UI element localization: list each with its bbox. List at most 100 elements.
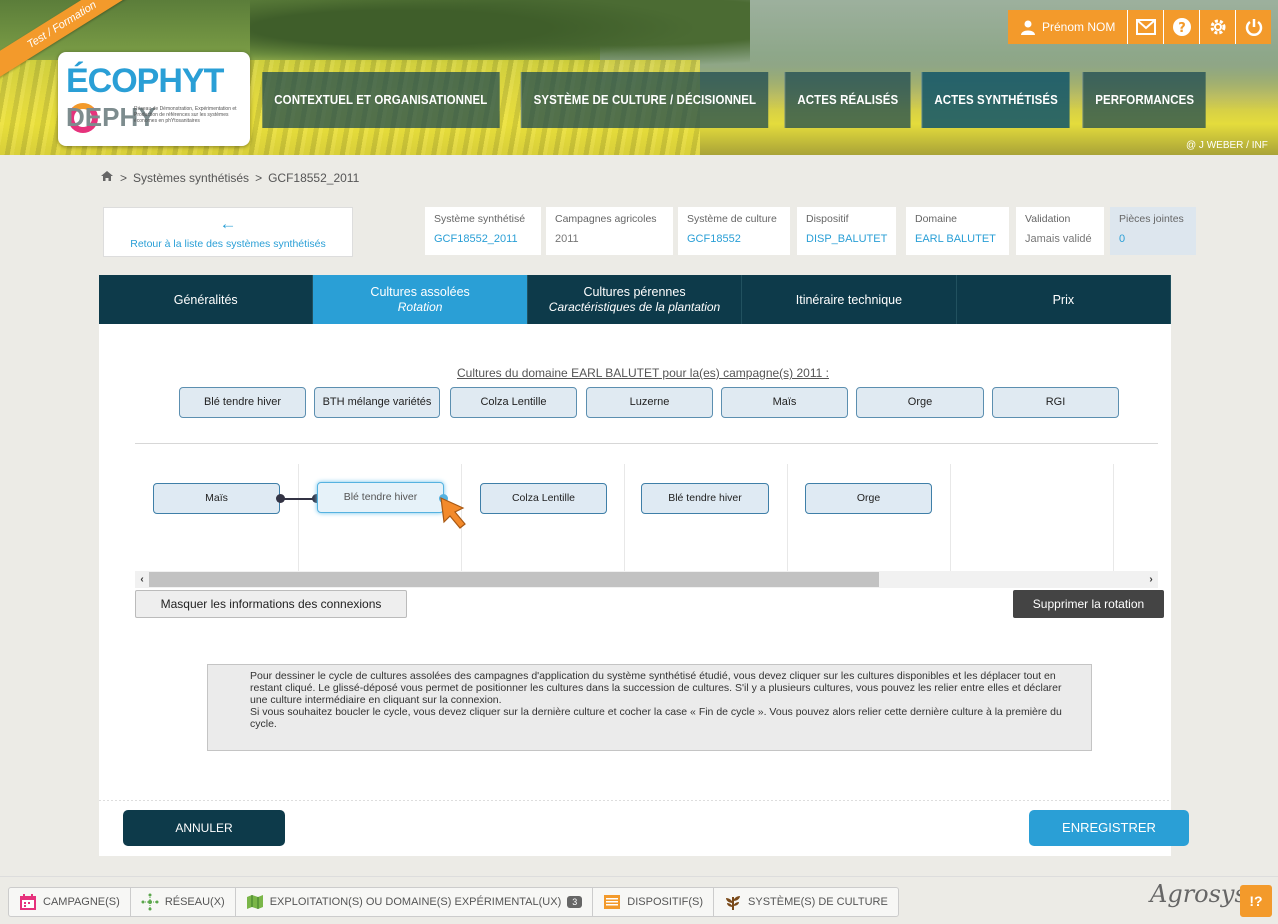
logo-tagline: Réseau de Démonstration, Expérimentation…: [134, 106, 237, 124]
summary-value[interactable]: EARL BALUTET: [915, 233, 1009, 245]
scrollbar-thumb[interactable]: [149, 572, 879, 587]
back-to-list-label: Retour à la liste des systèmes synthétis…: [130, 238, 326, 250]
user-icon: [1021, 20, 1035, 35]
crop-luzerne[interactable]: Luzerne: [586, 387, 713, 418]
summary-value[interactable]: DISP_BALUTET: [806, 233, 896, 245]
context-label: CAMPAGNE(S): [43, 896, 120, 908]
summary-label: Dispositif: [806, 213, 849, 225]
summary-label: Pièces jointes: [1119, 213, 1184, 225]
breadcrumb-sep: >: [120, 170, 128, 185]
rotation-connection[interactable]: [280, 498, 316, 500]
help-instructions: Pour dessiner le cycle de cultures assol…: [207, 664, 1092, 751]
summary-label: Système synthétisé: [434, 213, 526, 225]
summary-systeme-culture: Système de culture GCF18552: [678, 207, 790, 255]
nav-performances[interactable]: PERFORMANCES: [1082, 72, 1206, 128]
save-button[interactable]: ENREGISTRER: [1029, 810, 1189, 846]
home-icon[interactable]: [100, 170, 114, 185]
summary-domaine: Domaine EARL BALUTET: [906, 207, 1009, 255]
crops-title: Cultures du domaine EARL BALUTET pour la…: [457, 366, 829, 380]
summary-value[interactable]: 0: [1119, 233, 1196, 245]
rotation-node-ble-tendre-hiver-2[interactable]: Blé tendre hiver: [641, 483, 769, 514]
main-nav: CONTEXTUEL ET ORGANISATIONNEL SYSTÈME DE…: [252, 72, 1211, 128]
feedback-button[interactable]: !?: [1240, 885, 1272, 917]
nav-actes-realises[interactable]: ACTES RÉALISÉS: [783, 72, 910, 128]
breadcrumb-item-systemes[interactable]: Systèmes synthétisés: [133, 171, 249, 185]
crop-ble-tendre-hiver[interactable]: Blé tendre hiver: [179, 387, 306, 418]
summary-campagnes: Campagnes agricoles 2011: [546, 207, 673, 255]
rotation-node-mais[interactable]: Maïs: [153, 483, 280, 514]
cancel-button[interactable]: ANNULER: [123, 810, 285, 846]
tab-itineraire-technique[interactable]: Itinéraire technique: [742, 275, 957, 324]
tab-generalites[interactable]: Généralités: [99, 275, 314, 324]
nav-systeme-culture[interactable]: SYSTÈME DE CULTURE / DÉCISIONNEL: [520, 72, 768, 128]
dispositif-icon: [604, 895, 621, 909]
scroll-left-icon[interactable]: ‹: [135, 571, 149, 588]
context-label: SYSTÈME(S) DE CULTURE: [748, 896, 888, 908]
summary-label: Validation: [1025, 213, 1071, 225]
user-menu[interactable]: Prénom NOM: [1008, 10, 1128, 44]
tab-cultures-assolees[interactable]: Cultures assolées Rotation: [313, 275, 528, 333]
context-label: EXPLOITATION(S) OU DOMAINE(S) EXPÉRIMENT…: [269, 896, 562, 908]
delete-rotation-button[interactable]: Supprimer la rotation: [1013, 590, 1164, 618]
crop-mais[interactable]: Maïs: [721, 387, 848, 418]
rotation-canvas[interactable]: Maïs Blé tendre hiver Colza Lentille Blé…: [135, 464, 1158, 572]
rotation-column-separator: [950, 464, 951, 572]
summary-pieces-jointes[interactable]: Pièces jointes 0: [1110, 207, 1196, 255]
context-reseaux[interactable]: RÉSEAU(X): [131, 888, 236, 916]
summary-value[interactable]: GCF18552: [687, 233, 790, 245]
connection-start-handle[interactable]: [276, 494, 285, 503]
nav-actes-synthetises[interactable]: ACTES SYNTHÉTISÉS: [921, 72, 1071, 128]
logout-button[interactable]: [1235, 10, 1272, 44]
summary-label: Campagnes agricoles: [555, 213, 657, 225]
context-dispositifs[interactable]: DISPOSITIF(S): [593, 888, 715, 916]
tab-cultures-perennes[interactable]: Cultures pérennes Caractéristiques de la …: [528, 275, 743, 324]
scroll-right-icon[interactable]: ›: [1144, 571, 1158, 588]
crop-bth-melange[interactable]: BTH mélange variétés: [314, 387, 440, 418]
svg-text:?: ?: [1178, 21, 1186, 36]
gear-icon: [1210, 19, 1226, 35]
summary-label: Système de culture: [687, 213, 777, 225]
plant-icon: [726, 896, 741, 910]
footer-divider: [99, 800, 1171, 801]
crop-colza-lentille[interactable]: Colza Lentille: [450, 387, 577, 418]
summary-value[interactable]: GCF18552_2011: [434, 233, 541, 245]
photo-credit: @ J WEBER / INF: [1186, 140, 1268, 151]
rotation-node-colza-lentille[interactable]: Colza Lentille: [480, 483, 607, 514]
section-tabs: Généralités Cultures assolées Rotation Cu…: [99, 275, 1172, 333]
question-icon: ?: [1172, 18, 1191, 36]
context-campagnes[interactable]: CAMPAGNE(S): [9, 888, 131, 916]
settings-button[interactable]: [1199, 10, 1236, 44]
crop-rgi[interactable]: RGI: [992, 387, 1119, 418]
summary-validation: Validation Jamais validé: [1016, 207, 1104, 255]
network-icon: [141, 893, 159, 911]
summary-value: Jamais validé: [1025, 233, 1092, 245]
nav-contextuel[interactable]: CONTEXTUEL ET ORGANISATIONNEL: [262, 72, 500, 128]
context-label: DISPOSITIF(S): [627, 896, 704, 908]
context-navigation: CAMPAGNE(S) RÉSEAU(X) EXPLOITATION(S) OU…: [8, 887, 899, 917]
context-exploitations[interactable]: EXPLOITATION(S) OU DOMAINE(S) EXPÉRIMENT…: [236, 888, 594, 916]
rotation-column-separator: [787, 464, 788, 572]
tab-prix[interactable]: Prix: [957, 275, 1172, 324]
back-to-list-button[interactable]: ← Retour à la liste des systèmes synthét…: [103, 207, 353, 257]
rotation-horizontal-scrollbar[interactable]: ‹ ›: [135, 571, 1158, 588]
help-button[interactable]: ?: [1163, 10, 1200, 44]
rotation-node-orge[interactable]: Orge: [805, 483, 932, 514]
mouse-pointer-icon: [440, 497, 466, 529]
breadcrumb-sep: >: [255, 170, 263, 185]
ecophyto-logo[interactable]: ÉCOPHYT DEPHY Réseau de Démonstration, E…: [58, 52, 250, 146]
user-toolbar: Prénom NOM ?: [1008, 10, 1272, 44]
crop-orge[interactable]: Orge: [856, 387, 984, 418]
power-icon: [1245, 19, 1263, 36]
user-name: Prénom NOM: [1042, 20, 1116, 34]
breadcrumb: > Systèmes synthétisés > GCF18552_2011: [100, 170, 359, 185]
hide-connections-button[interactable]: Masquer les informations des connexions: [135, 590, 407, 618]
context-systemes-culture[interactable]: SYSTÈME(S) DE CULTURE: [714, 888, 898, 916]
rotation-node-ble-tendre-hiver[interactable]: Blé tendre hiver: [317, 482, 444, 513]
rotation-column-separator: [1113, 464, 1114, 572]
summary-label: Domaine: [915, 213, 958, 225]
rotation-column-separator: [298, 464, 299, 572]
bottom-context-bar: CAMPAGNE(S) RÉSEAU(X) EXPLOITATION(S) OU…: [0, 876, 1278, 924]
divider: [135, 443, 1158, 444]
breadcrumb-item-current: GCF18552_2011: [268, 170, 360, 185]
mail-button[interactable]: [1127, 10, 1164, 44]
